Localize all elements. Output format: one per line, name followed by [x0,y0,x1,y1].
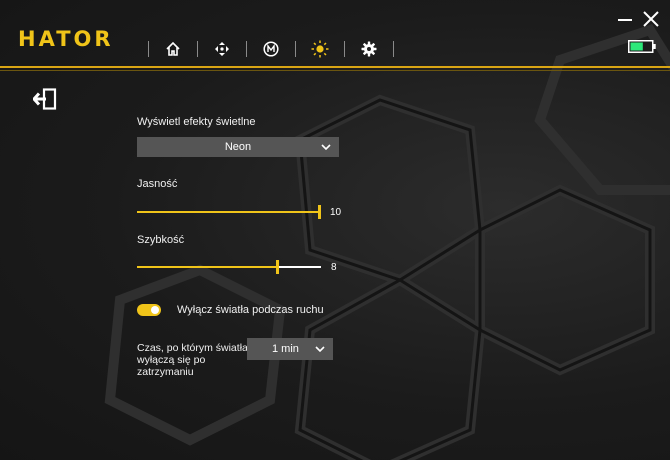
macro-m-icon [263,41,279,57]
header: HATOR [0,0,670,71]
nav-home[interactable] [149,38,197,60]
nav-buttons[interactable] [198,38,246,60]
dpad-icon [215,42,229,56]
brightness-label: Jasność [137,178,178,190]
effect-select[interactable]: Neon [137,137,339,157]
timeout-label-line: wyłączą się po [137,354,206,366]
exit-icon[interactable] [33,88,57,110]
slider-fill [137,211,318,213]
battery-icon [628,40,656,53]
effects-label: Wyświetl efekty świetlne [137,116,256,128]
speed-slider[interactable] [137,260,321,274]
speed-label: Szybkość [137,234,185,246]
gear-icon [361,41,377,57]
hator-logo: HATOR [18,27,114,51]
main-nav [148,38,394,60]
chevron-down-icon [321,144,331,150]
timeout-label: Czas, po którym światła wyłączą się po z… [137,342,248,378]
minimize-button[interactable] [618,19,632,21]
toggle-knob [151,306,159,314]
home-icon [166,41,180,56]
timeout-label-line: Czas, po którym światła [137,342,248,354]
nav-lighting[interactable] [296,38,344,60]
nav-separator [393,41,394,57]
timeout-label-line: zatrzymaniu [137,366,194,378]
nav-settings[interactable] [345,38,393,60]
close-icon[interactable] [642,10,660,28]
speed-value: 8 [331,262,337,273]
effect-select-value: Neon [224,141,252,153]
motion-toggle-label: Wyłącz światła podczas ruchu [177,304,324,316]
chevron-down-icon [315,346,325,352]
slider-thumb[interactable] [276,260,279,274]
sun-lighting-icon [311,40,329,58]
header-divider-shadow [0,70,670,71]
nav-macro[interactable] [247,38,295,60]
brightness-value: 10 [330,207,342,218]
slider-thumb[interactable] [318,205,321,219]
timeout-select-value: 1 min [272,343,299,355]
timeout-select[interactable]: 1 min [247,338,333,360]
brightness-slider[interactable] [137,205,321,219]
slider-fill [137,266,276,268]
motion-lights-toggle[interactable] [137,304,161,316]
header-divider [0,66,670,68]
